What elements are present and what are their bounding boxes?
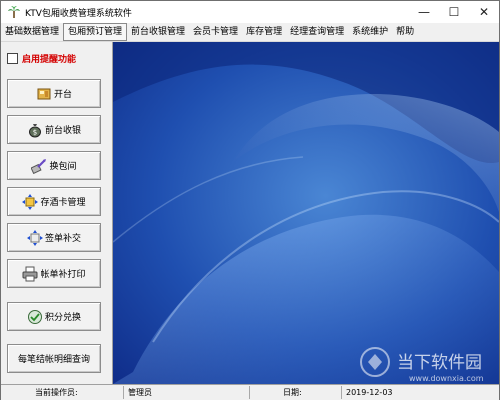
exchange-icon <box>31 158 47 174</box>
reprint-bill-label: 帐单补打印 <box>40 270 86 280</box>
date-label: 日期: <box>283 388 302 397</box>
menu-system[interactable]: 系统维护 <box>348 23 392 41</box>
menu-bar: 基础数据管理 包厢预订管理 前台收银管理 会员卡管理 库存管理 经理查询管理 系… <box>1 23 499 42</box>
close-icon: ✕ <box>478 5 490 19</box>
reprint-bill-button[interactable]: 帐单补打印 <box>7 259 101 288</box>
menu-room-booking[interactable]: 包厢预订管理 <box>63 23 128 41</box>
points-exchange-button[interactable]: 积分兑换 <box>7 302 101 331</box>
open-room-label: 开台 <box>53 90 72 100</box>
app-window: KTV包厢收费管理系统软件 — ☐ ✕ 基础数据管理 包厢预订管理 前台收银管理… <box>0 0 500 400</box>
menu-basic-data[interactable]: 基础数据管理 <box>1 23 63 41</box>
menu-member-card[interactable]: 会员卡管理 <box>189 23 242 41</box>
reminder-toggle[interactable]: 启用提醒功能 <box>7 52 76 65</box>
menu-front-cashier[interactable]: 前台收银管理 <box>127 23 189 41</box>
checkout-detail-query-button[interactable]: 每笔结帐明细查询 <box>7 344 101 373</box>
checkout-detail-query-label: 每笔结帐明细查询 <box>17 355 90 365</box>
reminder-label: 启用提醒功能 <box>22 55 77 65</box>
status-bar: 当前操作员: 管理员 日期: 2019-12-03 <box>1 384 499 400</box>
wine-card-label: 存酒卡管理 <box>40 198 86 208</box>
open-room-button[interactable]: 开台 <box>7 79 101 108</box>
maximize-button[interactable]: ☐ <box>439 1 469 23</box>
sign-bill-label: 签单补交 <box>44 234 81 244</box>
wallpaper-graphic: 当下软件园 www.downxia.com <box>113 42 499 384</box>
maximize-icon: ☐ <box>448 5 460 19</box>
title-bar: KTV包厢收费管理系统软件 — ☐ ✕ <box>1 1 499 23</box>
sign-bill-icon <box>26 229 43 246</box>
desktop-wallpaper: 当下软件园 www.downxia.com <box>113 42 499 384</box>
menu-inventory[interactable]: 库存管理 <box>242 23 286 41</box>
sign-bill-button[interactable]: 签单补交 <box>7 223 101 252</box>
date-value: 2019-12-03 <box>346 388 393 397</box>
menu-manager-query[interactable]: 经理查询管理 <box>286 23 348 41</box>
points-exchange-label: 积分兑换 <box>44 313 81 323</box>
change-room-label: 换包间 <box>49 162 77 172</box>
printer-icon <box>22 266 38 281</box>
watermark-name: 当下软件园 <box>397 353 482 373</box>
reminder-checkbox[interactable] <box>7 53 18 64</box>
svg-text:$: $ <box>33 128 37 136</box>
change-room-button[interactable]: 换包间 <box>7 151 101 180</box>
money-bag-icon: $ <box>28 123 41 137</box>
status-separator <box>249 386 250 399</box>
status-separator <box>123 386 124 399</box>
watermark-url: www.downxia.com <box>409 374 484 383</box>
points-icon <box>27 309 42 324</box>
minimize-icon: — <box>418 5 430 19</box>
front-cashier-button[interactable]: $ 前台收银 <box>7 115 101 144</box>
wine-card-button[interactable]: 存酒卡管理 <box>7 187 101 216</box>
operator-value: 管理员 <box>128 388 152 397</box>
palm-tree-icon <box>8 6 20 18</box>
sidebar: 启用提醒功能 开台 $ 前台收银 换包间 存酒卡管理 签单补交 帐单补打印 积分… <box>1 42 114 384</box>
window-title: KTV包厢收费管理系统软件 <box>25 9 132 19</box>
desk-icon <box>37 88 51 99</box>
menu-help[interactable]: 帮助 <box>392 23 418 41</box>
operator-label: 当前操作员: <box>35 388 78 397</box>
front-cashier-label: 前台收银 <box>44 126 81 136</box>
status-separator <box>341 386 342 399</box>
minimize-button[interactable]: — <box>409 1 439 23</box>
close-button[interactable]: ✕ <box>469 1 499 23</box>
wine-card-icon <box>22 193 39 210</box>
